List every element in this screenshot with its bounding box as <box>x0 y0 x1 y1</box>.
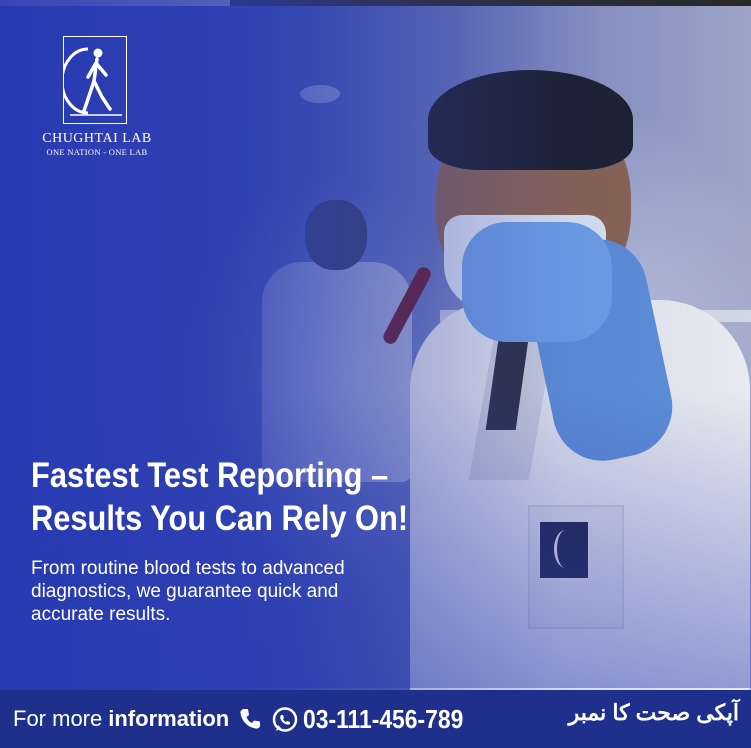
headline-line-2: Results You Can Rely On! <box>31 499 409 538</box>
brand-tagline: ONE NATION - ONE LAB <box>46 147 148 157</box>
whatsapp-icon[interactable] <box>271 706 298 732</box>
phone-icon[interactable] <box>237 706 263 732</box>
description: From routine blood tests to advanced dia… <box>31 557 461 626</box>
description-line-3: accurate results. <box>31 604 171 625</box>
urdu-tagline: آپکی صحت کا نمبر <box>568 700 739 725</box>
ad-canvas: CHUGHTAI LAB ONE NATION - ONE LAB Fastes… <box>0 0 751 748</box>
contact-lead-bold: information <box>108 706 230 731</box>
walking-figure-icon <box>63 36 127 124</box>
phone-number[interactable]: 03-111-456-789 <box>303 704 484 735</box>
contact-lead: For more <box>13 706 103 731</box>
brand-name: CHUGHTAI LAB <box>42 131 152 146</box>
description-line-2: diagnostics, we guarantee quick and <box>31 581 339 602</box>
description-line-1: From routine blood tests to advanced <box>31 558 345 579</box>
contact-bar: For more information 03-111-456-789 آپکی… <box>0 690 751 748</box>
headline: Fastest Test Reporting – Results You Can… <box>31 454 445 540</box>
headline-line-1: Fastest Test Reporting – <box>31 456 389 495</box>
